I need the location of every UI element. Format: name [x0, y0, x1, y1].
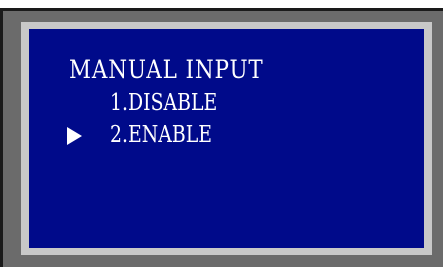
osd-screen: MANUAL INPUT 1.DISABLE 2.ENABLE — [0, 0, 443, 267]
menu-option-enable[interactable]: 2.ENABLE — [110, 121, 212, 149]
menu-option-disable[interactable]: 1.DISABLE — [110, 89, 217, 117]
play-triangle-icon — [67, 127, 82, 145]
menu-title: MANUAL INPUT — [69, 55, 264, 84]
osd-menu-panel: MANUAL INPUT 1.DISABLE 2.ENABLE — [29, 29, 424, 248]
